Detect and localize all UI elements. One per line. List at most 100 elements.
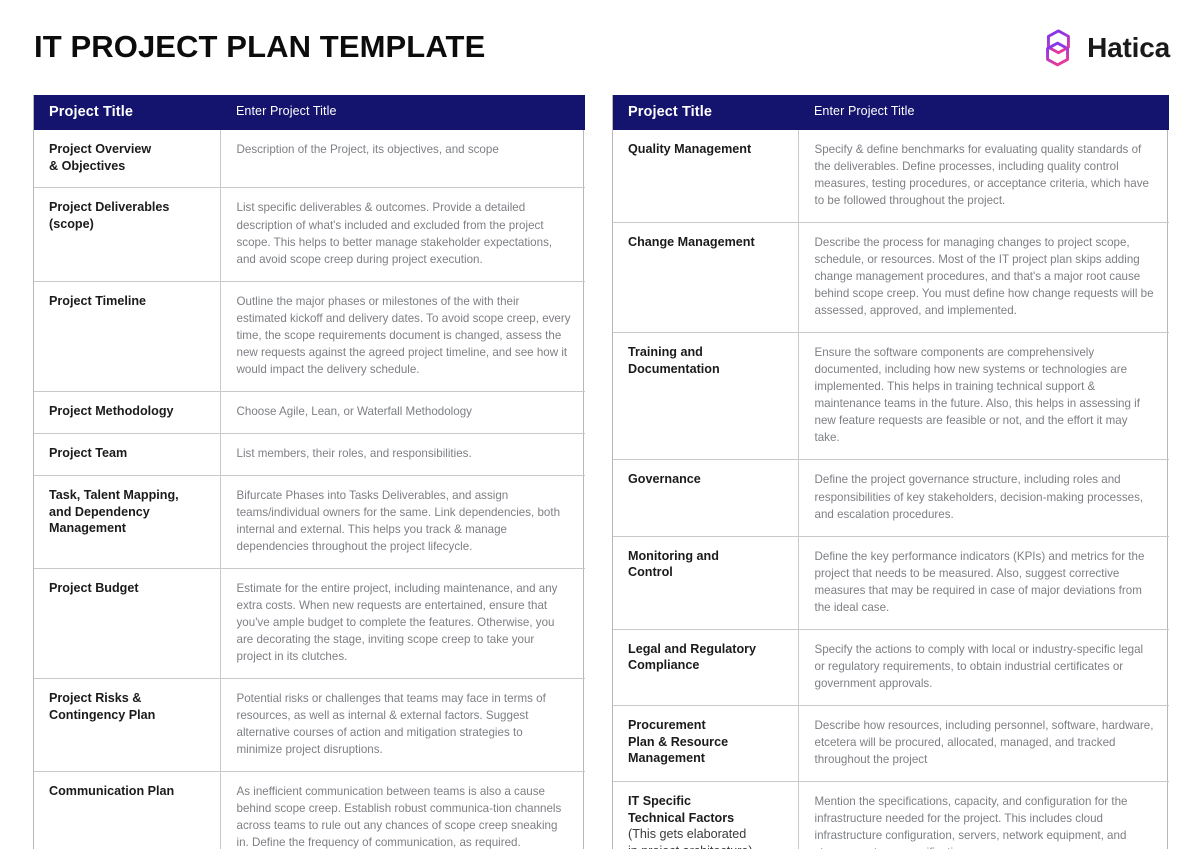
table-row: Communication Plan As inefficient communi… [34, 771, 585, 849]
table-row: Project Team List members, their roles, a… [34, 432, 585, 476]
column-header-enter-project-title: Enter Project Title [220, 95, 585, 130]
table-row: IT Specific Technical Factors (This gets e… [613, 780, 1169, 849]
row-description: Estimate for the entire project, includi… [236, 581, 558, 664]
row-description: Mention the specifications, capacity, an… [814, 794, 1128, 849]
document-page: IT PROJECT PLAN TEMPLATE Hatica Project … [0, 0, 1200, 849]
row-description: Ensure the software components are compr… [814, 346, 1140, 445]
row-label-cell: Project Methodology [34, 390, 221, 434]
table-row: Project Budget Estimate for the entire pr… [34, 567, 585, 679]
row-label-cell: Project Risks & Contingency Plan [34, 678, 221, 772]
brand-logo: Hatica [1038, 27, 1170, 69]
row-description: Define the key performance indicators (K… [814, 549, 1145, 614]
table-header-row: Project Title Enter Project Title [34, 95, 585, 130]
row-label: Project Methodology [49, 403, 174, 418]
hatica-logo-icon [1038, 27, 1078, 69]
table-row: Procurement Plan & Resource Management Desc… [613, 704, 1169, 782]
row-label-cell: Change Management [613, 222, 799, 333]
row-label: IT Specific Technical Factors [628, 793, 735, 825]
row-description-cell: Define the key performance indicators (K… [798, 535, 1169, 630]
row-description: Describe how resources, including person… [814, 718, 1154, 766]
table-row: Project Timeline Outline the major phases… [34, 280, 585, 392]
row-label: Change Management [628, 235, 755, 250]
row-label-cell: Project Timeline [34, 280, 221, 392]
row-label-cell: Communication Plan [34, 771, 221, 849]
row-label-cell: Project Overview & Objectives [34, 130, 221, 188]
table-row: Training and Documentation Ensure the soft… [613, 332, 1169, 460]
row-label-cell: Project Deliverables (scope) [34, 187, 221, 282]
row-label-cell: Training and Documentation [613, 332, 799, 460]
row-label: Monitoring and Control [628, 548, 719, 580]
row-label: Project Budget [49, 580, 139, 595]
table-row: Change Management Describe the process fo… [613, 222, 1169, 333]
row-description: Potential risks or challenges that teams… [236, 692, 546, 757]
row-description-cell: Describe how resources, including person… [798, 704, 1169, 782]
row-description: Define the project governance structure,… [814, 473, 1144, 521]
brand-name: Hatica [1087, 32, 1170, 63]
table-row: Project Methodology Choose Agile, Lean, o… [34, 390, 585, 434]
row-description-cell: Mention the specifications, capacity, an… [798, 780, 1169, 849]
row-description: As inefficient communication between tea… [236, 785, 562, 849]
table-row: Project Overview & Objectives Description … [34, 130, 585, 188]
row-label-cell: Project Team [34, 432, 221, 476]
row-label: Training and Documentation [628, 345, 720, 377]
table-row: Quality Management Specify & define bench… [613, 130, 1169, 223]
column-header-enter-project-title: Enter Project Title [798, 95, 1169, 130]
row-description: Outline the major phases or milestones o… [236, 294, 571, 376]
row-description-cell: Bifurcate Phases into Tasks Deliverables… [220, 474, 585, 569]
row-label-cell: Monitoring and Control [613, 535, 799, 630]
row-description-cell: Outline the major phases or milestones o… [220, 280, 585, 392]
row-description-cell: Choose Agile, Lean, or Waterfall Methodo… [220, 390, 585, 434]
row-label-cell: Project Budget [34, 567, 221, 679]
row-description: Specify the actions to comply with local… [814, 642, 1144, 690]
page-title: IT PROJECT PLAN TEMPLATE [34, 29, 486, 64]
table-row: Project Risks & Contingency Plan Potential… [34, 678, 585, 772]
document-header: IT PROJECT PLAN TEMPLATE Hatica [0, 0, 1200, 92]
row-description-cell: Define the project governance structure,… [798, 459, 1169, 537]
table-row: Project Deliverables (scope) List specific… [34, 187, 585, 282]
row-description-cell: Potential risks or challenges that teams… [220, 678, 585, 772]
row-description: List specific deliverables & outcomes. P… [236, 201, 553, 266]
table-header-row: Project Title Enter Project Title [613, 95, 1169, 130]
table-row: Monitoring and Control Define the key perf… [613, 535, 1169, 630]
row-label: Project Overview & Objectives [49, 142, 152, 173]
row-description-cell: Ensure the software components are compr… [798, 332, 1169, 460]
row-label-subtext: (This gets elaboratedin project architec… [628, 827, 753, 849]
column-header-project-title: Project Title [34, 95, 220, 130]
row-description: Bifurcate Phases into Tasks Deliverables… [236, 488, 561, 553]
row-description: Describe the process for managing change… [814, 236, 1154, 318]
row-label-cell: IT Specific Technical Factors (This gets e… [613, 780, 799, 849]
table-row: Governance Define the project governance … [613, 459, 1169, 537]
row-description-cell: List members, their roles, and responsib… [220, 432, 585, 476]
table-body: Quality Management Specify & define bench… [613, 130, 1169, 849]
row-label-cell: Governance [613, 459, 799, 537]
row-label: Quality Management [628, 142, 752, 156]
row-label: Governance [628, 472, 701, 487]
row-label-cell: Procurement Plan & Resource Management [613, 704, 799, 782]
row-label: Project Team [49, 445, 128, 460]
row-label-cell: Legal and Regulatory Compliance [613, 628, 799, 706]
project-plan-table-left: Project Title Enter Project Title Projec… [33, 95, 585, 849]
row-description-cell: Specify & define benchmarks for evaluati… [798, 130, 1169, 223]
row-description-cell: List specific deliverables & outcomes. P… [220, 187, 585, 282]
row-label: Legal and Regulatory Compliance [628, 641, 757, 673]
row-description: Description of the Project, its objectiv… [236, 143, 499, 156]
table-body: Project Overview & Objectives Description … [34, 130, 585, 849]
row-description-cell: Specify the actions to comply with local… [798, 628, 1169, 706]
row-label: Project Timeline [49, 293, 147, 308]
row-label-cell: Task, Talent Mapping, and Dependency Manag… [34, 474, 221, 569]
row-description-cell: Describe the process for managing change… [798, 222, 1169, 333]
project-plan-table-right: Project Title Enter Project Title Qualit… [612, 95, 1169, 849]
row-label: Procurement Plan & Resource Management [628, 717, 729, 766]
row-description-cell: Estimate for the entire project, includi… [220, 567, 585, 679]
row-description: List members, their roles, and responsib… [236, 446, 472, 460]
column-header-project-title: Project Title [613, 95, 798, 130]
row-label: Task, Talent Mapping, and Dependency Manag… [49, 487, 179, 536]
row-description-cell: As inefficient communication between tea… [220, 771, 585, 849]
row-label: Communication Plan [49, 784, 175, 799]
row-description: Specify & define benchmarks for evaluati… [814, 143, 1149, 208]
row-label: Project Deliverables (scope) [49, 200, 170, 232]
row-label-cell: Quality Management [613, 130, 799, 223]
row-description-cell: Description of the Project, its objectiv… [220, 130, 585, 188]
row-label: Project Risks & Contingency Plan [49, 691, 156, 722]
table-row: Task, Talent Mapping, and Dependency Manag… [34, 474, 585, 569]
